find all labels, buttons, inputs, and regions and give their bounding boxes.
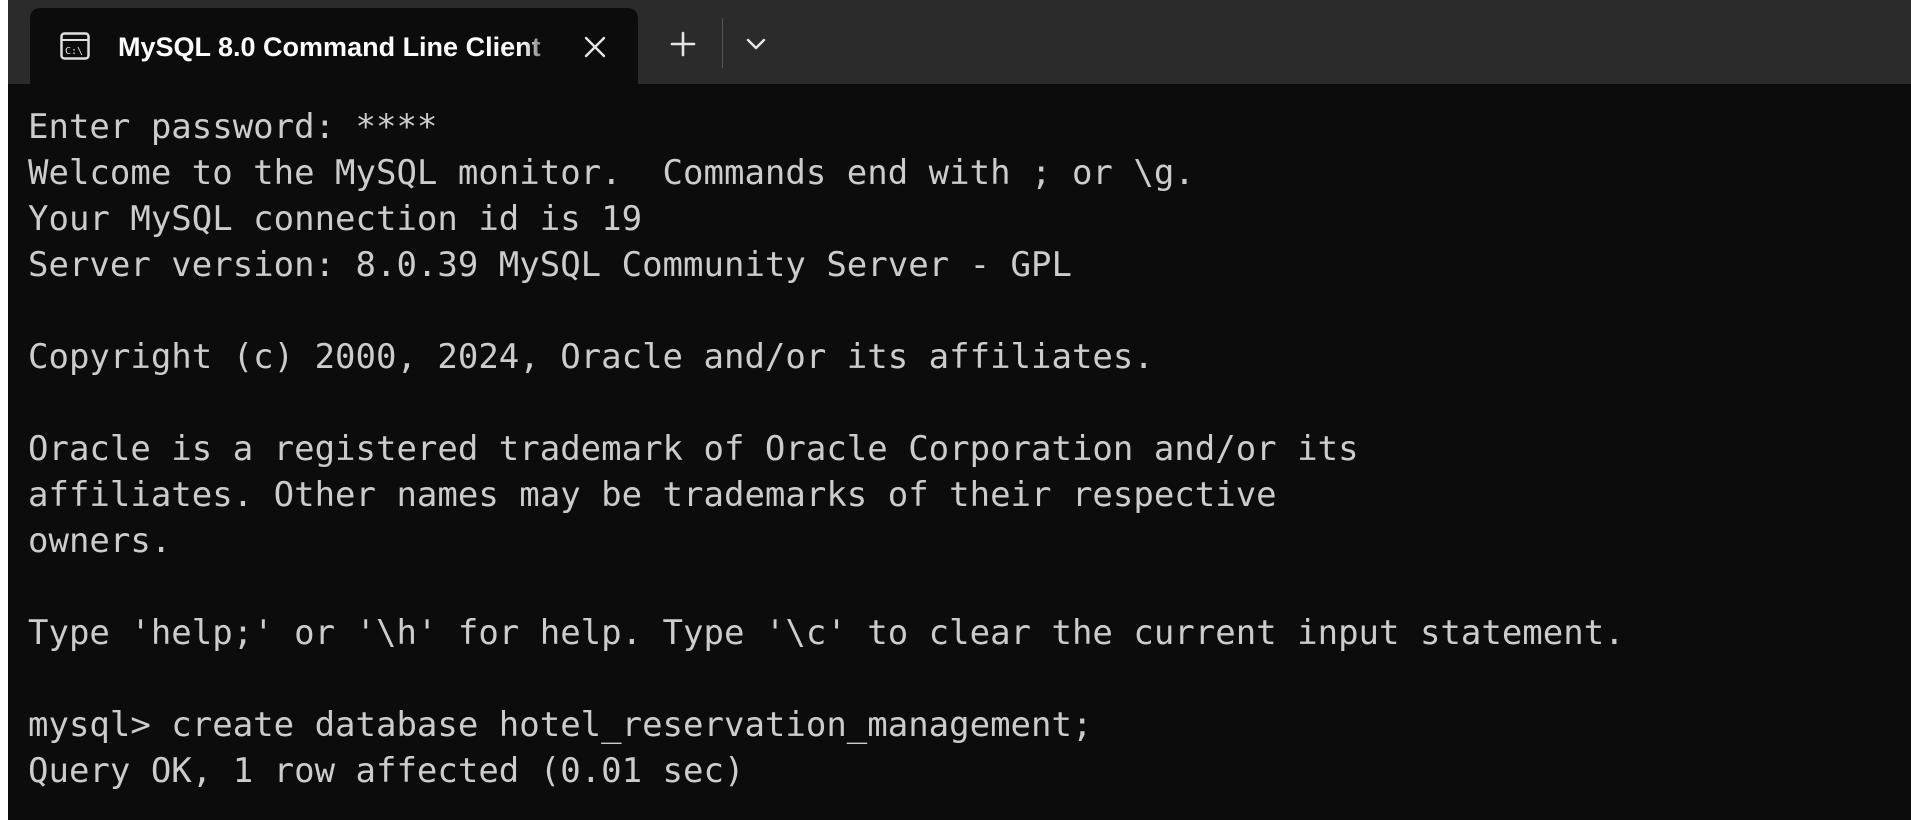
close-icon[interactable]: [578, 30, 612, 64]
tab-mysql-client[interactable]: C:\ MySQL 8.0 Command Line Client: [30, 8, 638, 84]
plus-icon: [670, 31, 696, 57]
title-bar: C:\ MySQL 8.0 Command Line Client: [8, 0, 1911, 84]
terminal-line: affiliates. Other names may be trademark…: [28, 475, 1277, 515]
terminal-line: Query OK, 1 row affected (0.01 sec): [28, 751, 745, 791]
terminal-line: Enter password: ****: [28, 107, 438, 147]
chevron-down-icon: [746, 38, 766, 50]
tab-divider: [722, 18, 723, 68]
tab-dropdown-button[interactable]: [734, 20, 778, 68]
terminal-prompt-line: mysql> create database hotel_reservation…: [28, 705, 1093, 745]
tab-title: MySQL 8.0 Command Line Client: [118, 32, 541, 62]
svg-text:C:\: C:\: [65, 46, 83, 57]
terminal-line: owners.: [28, 521, 172, 561]
terminal-line: Your MySQL connection id is 19: [28, 199, 643, 239]
terminal-line: Type 'help;' or '\h' for help. Type '\c'…: [28, 613, 1625, 653]
terminal-window: C:\ MySQL 8.0 Command Line Client Enter …: [8, 0, 1911, 820]
terminal-output[interactable]: Enter password: **** Welcome to the MySQ…: [28, 104, 1908, 814]
terminal-line: Copyright (c) 2000, 2024, Oracle and/or …: [28, 337, 1154, 377]
console-icon: C:\: [60, 32, 90, 60]
new-tab-button[interactable]: [658, 20, 708, 68]
terminal-line: Oracle is a registered trademark of Orac…: [28, 429, 1359, 469]
terminal-line: Server version: 8.0.39 MySQL Community S…: [28, 245, 1072, 285]
terminal-line: Welcome to the MySQL monitor. Commands e…: [28, 153, 1195, 193]
